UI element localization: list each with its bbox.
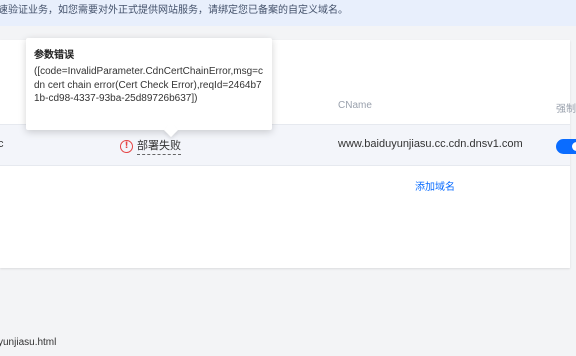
deploy-status[interactable]: ! 部署失败: [120, 137, 181, 155]
table-row: c ! 部署失败 www.baiduyunjiasu.cc.cdn.dnsv1.…: [0, 124, 576, 166]
cname-value: www.baiduyunjiasu.cc.cdn.dnsv1.com: [338, 138, 523, 150]
column-header-force: 强制: [556, 104, 576, 115]
status-text[interactable]: 部署失败: [137, 137, 181, 155]
domain-cell: c: [0, 138, 4, 150]
error-icon: !: [120, 139, 133, 153]
file-name-text: yunjiasu.html: [0, 337, 57, 348]
tooltip-title: 参数错误: [34, 50, 74, 61]
notice-banner: 速验证业务，如您需要对外正式提供网站服务，请绑定您已备案的自定义域名。: [0, 0, 576, 26]
tooltip-body: ([code=InvalidParameter.CdnCertChainErro…: [34, 66, 263, 104]
add-domain-link[interactable]: 添加域名: [415, 178, 455, 193]
toggle-knob: [572, 142, 576, 151]
force-toggle[interactable]: [556, 139, 576, 154]
error-tooltip: 参数错误 ([code=InvalidParameter.CdnCertChai…: [26, 38, 272, 138]
notice-text: 速验证业务，如您需要对外正式提供网站服务，请绑定您已备案的自定义域名。: [0, 5, 348, 16]
column-header-cname: CName: [338, 100, 372, 111]
